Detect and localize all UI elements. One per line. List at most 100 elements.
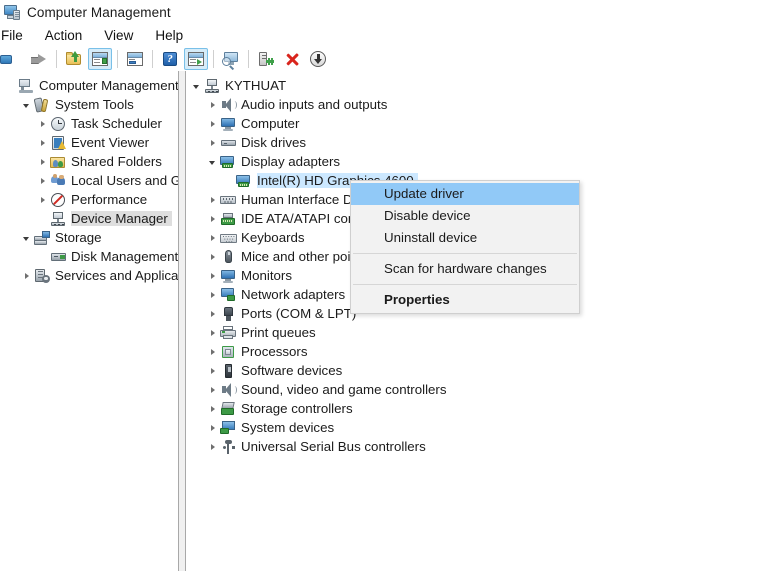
shared-folders-icon [50, 154, 67, 170]
properties-button[interactable] [123, 48, 147, 70]
chevron-right-icon[interactable] [204, 420, 220, 436]
device-tree-item-label: KYTHUAT [225, 78, 287, 93]
console-tree-item-label: Storage [55, 230, 102, 245]
chevron-right-icon[interactable] [204, 268, 220, 284]
toolbar-separator [56, 49, 57, 68]
help-question-icon: ? [161, 50, 179, 68]
device-tree-item-row[interactable]: Universal Serial Bus controllers [186, 437, 767, 456]
context-menu-item-scan-for-hardware-changes[interactable]: Scan for hardware changes [351, 258, 579, 280]
console-tree-item-row[interactable]: Computer Management (Local [0, 76, 178, 95]
console-tree-item-label: System Tools [55, 97, 134, 112]
monitor-search-icon [222, 50, 240, 68]
menu-action[interactable]: Action [34, 26, 94, 45]
console-tree-item-row[interactable]: Services and Applications [0, 266, 178, 285]
device-tree-item-label: Audio inputs and outputs [241, 97, 388, 112]
event-viewer-icon [50, 135, 67, 151]
console-tree-item-row[interactable]: Task Scheduler [0, 114, 178, 133]
console-tree-item-row[interactable]: Disk Management [0, 247, 178, 266]
chevron-down-icon[interactable] [18, 230, 34, 246]
chevron-right-icon[interactable] [204, 116, 220, 132]
chevron-right-icon[interactable] [34, 135, 50, 151]
device-tree-item-row[interactable]: Print queues [186, 323, 767, 342]
chevron-right-icon[interactable] [34, 173, 50, 189]
console-tree-item-row[interactable]: Shared Folders [0, 152, 178, 171]
console-tree-item-row[interactable]: Storage [0, 228, 178, 247]
device-tree-item-row[interactable]: KYTHUAT [186, 76, 767, 95]
scan-for-hardware-changes-button[interactable] [254, 48, 278, 70]
console-tree-item-row[interactable]: Local Users and Groups [0, 171, 178, 190]
chevron-down-icon[interactable] [204, 154, 220, 170]
storage-icon [34, 230, 51, 246]
port-icon [220, 306, 237, 322]
device-tree-item-row[interactable]: Processors [186, 342, 767, 361]
menu-file[interactable]: File [0, 26, 34, 45]
device-tree-item-row[interactable]: Audio inputs and outputs [186, 95, 767, 114]
device-tree-item-label: Processors [241, 344, 308, 359]
forward-button[interactable] [27, 48, 51, 70]
show-hide-console-tree-button[interactable] [88, 47, 112, 70]
show-hide-action-pane-button[interactable] [184, 47, 208, 70]
device-tree-item-label: Ports (COM & LPT) [241, 306, 357, 321]
back-button[interactable] [0, 48, 25, 70]
device-tree-item-row[interactable]: Disk drives [186, 133, 767, 152]
chevron-down-icon[interactable] [18, 97, 34, 113]
network-adapter-icon [220, 287, 237, 303]
console-tree-item-row[interactable]: Device Manager [0, 209, 178, 228]
chevron-right-icon[interactable] [204, 382, 220, 398]
chevron-right-icon[interactable] [204, 325, 220, 341]
chevron-right-icon[interactable] [34, 154, 50, 170]
chevron-right-icon[interactable] [204, 192, 220, 208]
context-menu-item-update-driver[interactable]: Update driver [351, 183, 579, 205]
computer-management-window: Computer Management File Action View Hel… [0, 0, 767, 571]
software-device-icon [220, 363, 237, 379]
chevron-right-icon[interactable] [18, 268, 34, 284]
chevron-right-icon[interactable] [204, 306, 220, 322]
console-tree-item-row[interactable]: Event Viewer [0, 133, 178, 152]
chevron-right-icon[interactable] [204, 344, 220, 360]
device-tree-item-label: Human Interface De [241, 192, 360, 207]
chevron-right-icon[interactable] [204, 97, 220, 113]
device-tree-item-label: Universal Serial Bus controllers [241, 439, 426, 454]
console-tree-item-label: Device Manager [71, 211, 172, 226]
menu-help[interactable]: Help [144, 26, 194, 45]
context-menu-item-disable-device[interactable]: Disable device [351, 205, 579, 227]
chevron-right-icon[interactable] [204, 439, 220, 455]
console-tree-item-row[interactable]: System Tools [0, 95, 178, 114]
chevron-right-icon[interactable] [204, 401, 220, 417]
device-tree-item-row[interactable]: Software devices [186, 361, 767, 380]
system-device-icon [220, 420, 237, 436]
chevron-right-icon[interactable] [204, 363, 220, 379]
chevron-right-icon[interactable] [204, 287, 220, 303]
chevron-right-icon[interactable] [204, 249, 220, 265]
device-tree-item-row[interactable]: Storage controllers [186, 399, 767, 418]
device-tree-item-row[interactable]: Display adapters [186, 152, 767, 171]
help-button[interactable]: ? [158, 48, 182, 70]
console-tree-item-label: Services and Applications [55, 268, 178, 283]
chevron-right-icon[interactable] [34, 192, 50, 208]
forward-arrow-icon [30, 50, 48, 68]
chevron-right-icon[interactable] [204, 230, 220, 246]
users-icon [50, 173, 67, 189]
console-tree-pane: Computer Management (Local System Tools Ta… [0, 71, 178, 571]
chevron-down-icon[interactable] [188, 78, 204, 94]
view-devices-button[interactable] [219, 48, 243, 70]
pane-splitter[interactable] [178, 71, 186, 571]
context-menu-item-properties[interactable]: Properties [351, 289, 579, 311]
device-tree-item-row[interactable]: Computer [186, 114, 767, 133]
device-tree-item-label: Software devices [241, 363, 343, 378]
context-menu-item-uninstall-device[interactable]: Uninstall device [351, 227, 579, 249]
chevron-right-icon[interactable] [204, 135, 220, 151]
device-tree-item-row[interactable]: System devices [186, 418, 767, 437]
chevron-right-icon[interactable] [204, 211, 220, 227]
up-one-level-button[interactable] [62, 48, 86, 70]
device-tree-item-row[interactable]: Sound, video and game controllers [186, 380, 767, 399]
computer-icon [3, 3, 21, 21]
update-driver-button[interactable] [306, 48, 330, 70]
computer-node-icon [204, 78, 221, 94]
uninstall-device-button[interactable] [280, 48, 304, 70]
chevron-right-icon[interactable] [34, 116, 50, 132]
menu-view[interactable]: View [93, 26, 144, 45]
folder-up-icon [65, 50, 83, 68]
console-tree-item-row[interactable]: Performance [0, 190, 178, 209]
